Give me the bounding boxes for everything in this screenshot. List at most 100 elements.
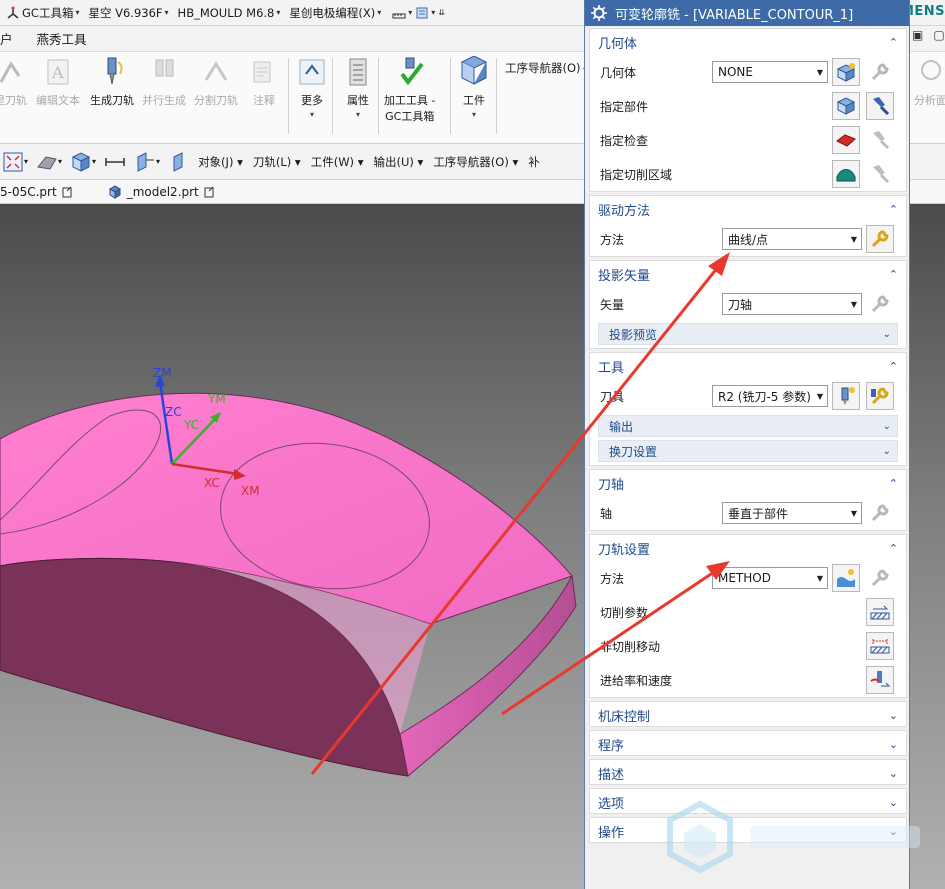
wrench-icon (871, 230, 889, 248)
geometry-select[interactable]: NONE ▼ (712, 61, 828, 83)
quick-tool-1[interactable]: ▾ (392, 6, 412, 20)
menu-toolpath[interactable]: 刀轨(L) ▾ (253, 154, 301, 170)
chevron-down-icon: ▼ (816, 67, 823, 77)
menu-workpiece[interactable]: 工件(W) ▾ (311, 154, 364, 170)
operation-navigator-dropdown[interactable]: 工序导航器(O) ▾ (505, 60, 587, 76)
chevron-down-icon: ▼ (816, 391, 823, 401)
chevron-up-icon: ⌃ (888, 359, 898, 373)
path-method-select[interactable]: METHOD ▼ (712, 567, 828, 589)
properties-button[interactable]: 属性 ▾ (342, 56, 374, 119)
chevron-down-icon: ▾ (24, 157, 29, 166)
non-cut-moves-button[interactable] (866, 632, 894, 660)
section-header-tool-axis[interactable]: 刀轴 ⌃ (590, 470, 906, 496)
row-specify-cut-area: 指定切削区域 (590, 157, 906, 191)
ruler-icon (392, 13, 406, 18)
new-geometry-button[interactable] (832, 58, 860, 86)
file-tab-2[interactable]: _model2.prt (108, 185, 214, 199)
projection-preview-toggle[interactable]: 投影预览 ⌄ (598, 323, 898, 345)
edit-axis-button[interactable] (866, 499, 894, 527)
maximize-icon[interactable]: ▢ (933, 28, 944, 42)
section-header-geometry[interactable]: 几何体 ⌃ (590, 29, 906, 55)
more-button[interactable]: 更多 ▾ (296, 56, 328, 119)
restore-icon[interactable]: ▣ (912, 28, 923, 42)
external-link-icon (204, 186, 214, 197)
new-tool-icon (841, 387, 855, 405)
edit-text-button[interactable]: A 编辑文本 (36, 56, 80, 108)
section-machine-control[interactable]: 机床控制 ⌄ (589, 701, 907, 727)
new-method-button[interactable] (832, 564, 860, 592)
annotation-icon (253, 61, 271, 83)
chevron-down-icon: ⌄ (888, 766, 898, 780)
vector-select[interactable]: 刀轴 ▼ (722, 293, 862, 315)
menu-more[interactable]: 补 (528, 154, 540, 170)
quick-tool-2[interactable]: ▾ (415, 6, 435, 20)
workpiece-icon (460, 56, 488, 85)
row-axis: 轴 垂直于部件 ▼ (590, 496, 906, 530)
tool-output-toggle[interactable]: 输出 ⌄ (598, 415, 898, 437)
view-fit-button[interactable]: ▾ (2, 151, 28, 173)
file-tab-1[interactable]: 5-05C.prt (0, 185, 72, 199)
tool-select[interactable]: R2 (铣刀-5 参数) ▼ (712, 385, 828, 407)
specify-check-button[interactable] (832, 126, 860, 154)
show-check-button[interactable] (866, 126, 894, 154)
dialog-title-bar[interactable]: 可变轮廓铣 - [VARIABLE_CONTOUR_1] (585, 0, 909, 26)
quick-access-customize[interactable]: ⇊ (438, 8, 445, 17)
solid-view-button[interactable]: ▾ (70, 151, 96, 173)
machining-tool-gc-button[interactable]: 加工工具 - GC工具箱 (384, 56, 435, 124)
chevron-down-icon: ▾ (276, 8, 281, 17)
section-header-drive-method[interactable]: 驱动方法 ⌃ (590, 196, 906, 222)
section-program[interactable]: 程序 ⌄ (589, 730, 907, 756)
show-part-button[interactable] (866, 92, 894, 120)
gc-toolbox-menu[interactable]: GC工具箱 ▾ (6, 5, 79, 21)
show-cut-area-button[interactable] (866, 160, 894, 188)
edit-vector-button[interactable] (866, 290, 894, 318)
tab-yanxiu-tools[interactable]: 燕秀工具 (37, 29, 101, 48)
chevron-down-icon: ⌄ (882, 445, 891, 457)
section-view-button[interactable]: ▾ (134, 151, 160, 173)
annotation-button[interactable]: 注释 (248, 56, 280, 108)
edit-geometry-button[interactable] (866, 58, 894, 86)
clip-view-button[interactable] (168, 151, 190, 173)
check-geometry-icon (836, 134, 856, 147)
edit-drive-method-button[interactable] (866, 225, 894, 253)
chevron-down-icon: ▼ (850, 508, 857, 518)
drive-method-select[interactable]: 曲线/点 ▼ (722, 228, 862, 250)
edit-method-button[interactable] (866, 564, 894, 592)
measure-icon (105, 157, 125, 166)
specify-cut-area-button[interactable] (832, 160, 860, 188)
chevron-up-icon: ⌃ (888, 267, 898, 281)
ribbon-divider (332, 58, 333, 134)
render-style-button[interactable]: ▾ (36, 151, 62, 173)
measure-button[interactable] (104, 151, 126, 173)
section-header-path-settings[interactable]: 刀轨设置 ⌃ (590, 535, 906, 561)
specify-part-button[interactable] (832, 92, 860, 120)
section-header-projection-vector[interactable]: 投影矢量 ⌃ (590, 261, 906, 287)
xingchuang-menu[interactable]: 星创电极编程(X) ▾ (289, 5, 381, 21)
chevron-up-icon: ⌃ (888, 476, 898, 490)
split-toolpath-button[interactable]: 分割刀轨 (194, 56, 238, 108)
tool-change-toggle[interactable]: 换刀设置 ⌄ (598, 440, 898, 462)
section-tool-axis: 刀轴 ⌃ 轴 垂直于部件 ▼ (589, 469, 907, 531)
menu-output[interactable]: 输出(U) ▾ (373, 154, 423, 170)
workpiece-button[interactable]: 工件 ▾ (458, 56, 490, 119)
chevron-down-icon: ▾ (431, 8, 436, 17)
generate-toolpath-button[interactable]: 生成刀轨 (90, 56, 134, 108)
feeds-speeds-icon (870, 671, 891, 687)
tab-user[interactable]: 户 (0, 29, 37, 48)
more-icon (299, 59, 325, 85)
edit-tool-button[interactable] (866, 382, 894, 410)
create-toolpath-button[interactable]: 里刀轨 (0, 56, 27, 108)
xingkong-menu[interactable]: 星空 V6.936F ▾ (88, 5, 168, 21)
analysis-button[interactable]: 分析面 (914, 56, 945, 108)
menu-operation-navigator[interactable]: 工序导航器(O) ▾ (433, 154, 518, 170)
cut-params-button[interactable] (866, 598, 894, 626)
section-header-tool[interactable]: 工具 ⌃ (590, 353, 906, 379)
new-tool-button[interactable] (832, 382, 860, 410)
feeds-speeds-button[interactable] (866, 666, 894, 694)
hb-mould-menu[interactable]: HB_MOULD M6.8 ▾ (178, 6, 281, 20)
ribbon-divider (496, 58, 497, 134)
parallel-generate-button[interactable]: 并行生成 (142, 56, 186, 108)
axis-select[interactable]: 垂直于部件 ▼ (722, 502, 862, 524)
menu-object[interactable]: 对象(J) ▾ (198, 154, 243, 170)
section-description[interactable]: 描述 ⌄ (589, 759, 907, 785)
